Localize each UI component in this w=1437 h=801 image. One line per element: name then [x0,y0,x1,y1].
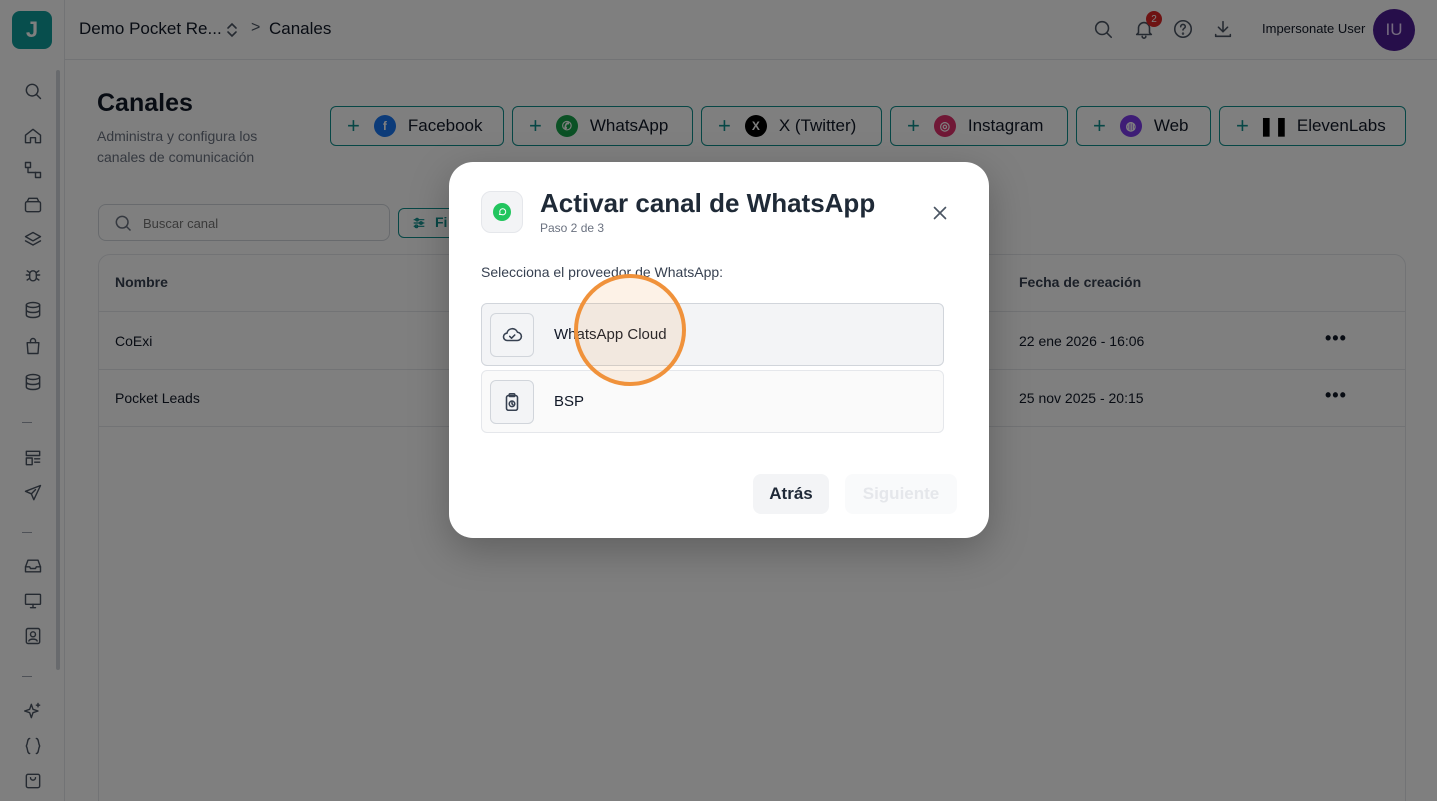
activate-whatsapp-modal: Activar canal de WhatsApp Paso 2 de 3 Se… [449,162,989,538]
cloud-check-icon [490,313,534,357]
option-label: BSP [554,393,585,410]
click-highlight [574,274,686,386]
back-button[interactable]: Atrás [753,474,829,514]
modal-title: Activar canal de WhatsApp [540,188,876,218]
clipboard-clock-icon [490,380,534,424]
whatsapp-icon [481,191,523,233]
modal-step: Paso 2 de 3 [540,221,605,235]
next-button[interactable]: Siguiente [845,474,957,514]
modal-prompt: Selecciona el proveedor de WhatsApp: [481,264,724,280]
option-bsp[interactable]: BSP [481,370,944,433]
option-whatsapp-cloud[interactable]: WhatsApp Cloud [481,303,944,366]
close-icon[interactable] [929,202,951,224]
